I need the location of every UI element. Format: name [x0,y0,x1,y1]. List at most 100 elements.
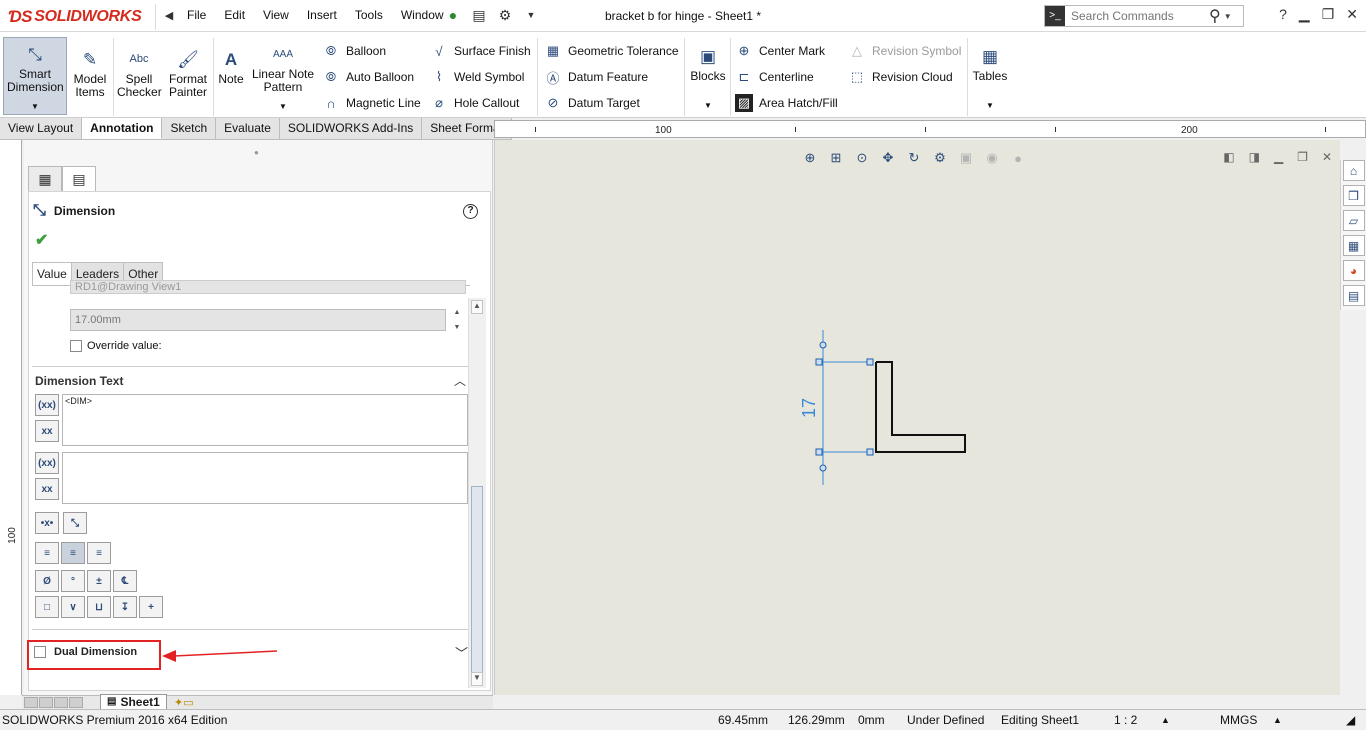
centerline-button[interactable]: ⊏ Centerline [735,68,814,86]
grip-handle[interactable] [866,358,874,366]
weld-symbol-button[interactable]: ⌇ Weld Symbol [430,68,525,86]
pm-grip-icon[interactable]: ● [254,148,259,157]
depth-symbol-icon[interactable]: ↧ [113,596,137,618]
arrow-handle[interactable] [819,341,827,349]
dimension-value-text[interactable]: 17 [799,398,819,418]
view-palette-icon[interactable]: ▦ [1342,235,1365,256]
square-symbol-icon[interactable]: □ [35,596,59,618]
datum-target-button[interactable]: ⊘ Datum Target [544,94,640,112]
dimension-text-box-bottom[interactable] [62,452,468,504]
home-icon[interactable]: ⌂ [1342,160,1365,181]
justify-center-icon[interactable]: ≡ [61,542,85,564]
tables-button[interactable]: ▦ Tables ▼ [970,44,1010,112]
graphics-area[interactable]: ⊕ ⊞ ⊙ ✥ ↻ ⚙ ▣ ◉ ● ◧ ◨ ▁ ❐ ✕ 17 [494,140,1340,695]
grip-handle[interactable] [815,448,823,456]
spinner-up-icon[interactable]: ▲ [450,309,464,316]
prev-sheet-icon[interactable] [39,697,53,708]
dimension-text-box-top[interactable]: <DIM> [62,394,468,446]
smart-dimension-dropdown-icon[interactable]: ▼ [31,100,39,113]
resize-grip-icon[interactable]: ◢ [1346,713,1355,727]
collapse-section-icon[interactable]: ︿ [454,372,466,389]
blocks-dropdown-icon[interactable]: ▼ [704,99,712,112]
status-scale[interactable]: 1 : 2 [1114,713,1137,727]
scroll-down-icon[interactable]: ▼ [471,672,483,686]
file-explorer-icon[interactable]: ▱ [1342,210,1365,231]
tab-add-ins[interactable]: SOLIDWORKS Add-Ins [279,118,423,139]
minimize-icon[interactable]: ▁ [1299,6,1310,23]
counterbore-symbol-icon[interactable]: ⊔ [87,596,111,618]
more-symbols-icon[interactable]: + [139,596,163,618]
spell-checker-button[interactable]: Abc Spell Checker [116,47,162,99]
tab-sketch[interactable]: Sketch [162,118,217,139]
tab-view-layout[interactable]: View Layout [0,118,83,139]
text-position-icon[interactable]: •x• [35,512,59,534]
expand-section-icon[interactable]: ﹀ [455,643,468,662]
menu-file[interactable]: File [178,8,215,22]
dual-dimension-checkbox[interactable] [34,646,46,658]
balloon-button[interactable]: ⦾ Balloon [322,42,386,60]
last-sheet-icon[interactable] [69,697,83,708]
menu-tools[interactable]: Tools [346,8,392,22]
note-button[interactable]: A Note [216,47,246,86]
revision-cloud-button[interactable]: ⬚ Revision Cloud [848,68,953,86]
help-icon[interactable]: ? [1279,6,1287,23]
text-angle-icon[interactable]: ⤡ [63,512,87,534]
center-dimension-icon[interactable]: xx [35,420,59,442]
format-painter-button[interactable]: 🖌 Format Painter [165,47,211,99]
appearances-icon[interactable]: ◕ [1342,260,1365,281]
sheet-tab[interactable]: ▤ Sheet1 [100,694,167,710]
centerline-symbol-icon[interactable]: ℄ [113,570,137,592]
tables-dropdown-icon[interactable]: ▼ [986,99,994,112]
menu-edit[interactable]: Edit [215,8,254,22]
add-parentheses-icon[interactable]: (xx) [35,394,59,416]
options-gear-icon[interactable]: ⚙ [496,6,514,24]
menu-view[interactable]: View [254,8,298,22]
help-icon[interactable]: ? [463,204,478,219]
menu-collapse-icon[interactable]: ◀ [160,9,178,22]
auto-balloon-button[interactable]: ⦾ Auto Balloon [322,68,414,86]
arrow-handle[interactable] [819,464,827,472]
datum-feature-button[interactable]: Ⓐ Datum Feature [544,68,648,86]
scroll-up-icon[interactable]: ▲ [471,300,483,314]
center-mark-button[interactable]: ⊕ Center Mark [735,42,825,60]
next-sheet-icon[interactable] [54,697,68,708]
property-manager-tab-icon[interactable]: ▤ [62,166,96,192]
add-sheet-icon[interactable]: ✦▭ [174,696,194,709]
degree-symbol-icon[interactable]: ° [61,570,85,592]
diameter-symbol-icon[interactable]: Ø [35,570,59,592]
spinner-down-icon[interactable]: ▼ [450,324,464,331]
linear-note-pattern-dropdown-icon[interactable]: ▼ [279,100,287,113]
model-items-button[interactable]: ✎ Model Items [70,47,110,99]
revision-symbol-button[interactable]: △ Revision Symbol [848,42,961,60]
search-box[interactable]: >_ ⚲ ▼ [1044,5,1244,27]
first-sheet-icon[interactable] [24,697,38,708]
scroll-thumb[interactable] [471,486,483,676]
bracket-outline[interactable] [875,361,966,453]
grip-handle[interactable] [866,448,874,456]
search-dropdown-icon[interactable]: ▼ [1224,12,1232,21]
design-library-icon[interactable]: ❒ [1342,185,1365,206]
area-hatch-fill-button[interactable]: ▨ Area Hatch/Fill [735,94,838,112]
close-icon[interactable]: ✕ [1346,6,1358,23]
search-input[interactable] [1065,9,1205,23]
units-up-icon[interactable]: ▲ [1273,715,1282,725]
countersink-symbol-icon[interactable]: ∨ [61,596,85,618]
status-units[interactable]: MMGS [1220,713,1257,727]
hole-callout-button[interactable]: ⌀ Hole Callout [430,94,519,112]
pm-splitter-handle[interactable]: ● [492,406,493,442]
custom-properties-icon[interactable]: ▤ [1342,285,1365,306]
offset-text-icon[interactable]: xx [35,478,59,500]
tab-evaluate[interactable]: Evaluate [216,118,280,139]
menu-insert[interactable]: Insert [298,8,346,22]
justify-right-icon[interactable]: ≡ [87,542,111,564]
options-dropdown-icon[interactable]: ▼ [522,6,540,24]
justify-left-icon[interactable]: ≡ [35,542,59,564]
smart-dimension-button[interactable]: ⤡ Smart Dimension ▼ [3,37,67,115]
pm-scrollbar[interactable]: ▲ ▼ [468,298,486,688]
geometric-tolerance-button[interactable]: ▦ Geometric Tolerance [544,42,679,60]
surface-finish-button[interactable]: √ Surface Finish [430,42,530,60]
ok-check-icon[interactable]: ✔ [35,230,48,250]
solidworks-logo[interactable]: ƊS SOLIDWORKS [8,4,156,30]
subtab-value[interactable]: Value [32,262,72,286]
override-value-checkbox[interactable] [70,340,82,352]
